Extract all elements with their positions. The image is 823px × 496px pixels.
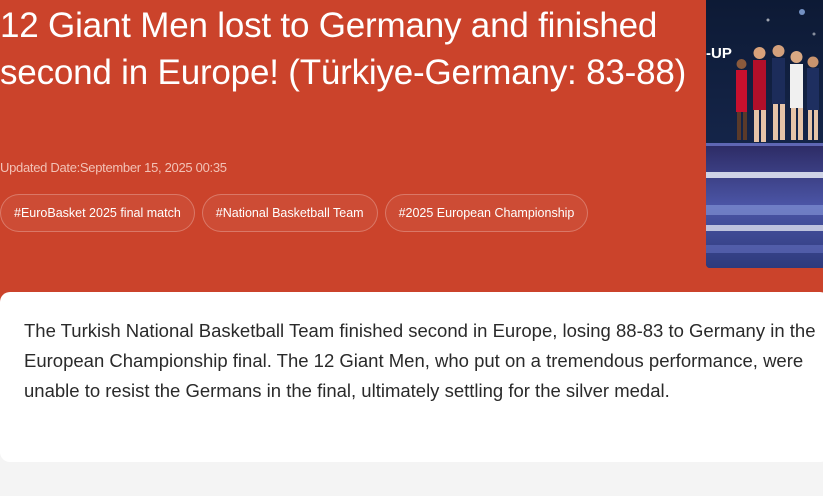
article-summary: The Turkish National Basketball Team fin… — [24, 320, 816, 401]
tag-eurobasket-final[interactable]: #EuroBasket 2025 final match — [0, 194, 195, 232]
players-podium-image: -UP — [706, 0, 823, 268]
article-hero: 12 Giant Men lost to Germany and finishe… — [0, 0, 823, 330]
photo-banner-text: -UP — [706, 45, 732, 62]
article-photo[interactable]: -UP — [706, 0, 823, 268]
article-headline: 12 Giant Men lost to Germany and finishe… — [0, 6, 687, 92]
summary-card: The Turkish National Basketball Team fin… — [0, 292, 823, 462]
tag-national-team[interactable]: #National Basketball Team — [201, 194, 378, 232]
updated-date: Updated Date:September 15, 2025 00:35 — [0, 160, 227, 175]
tag-european-championship[interactable]: #2025 European Championship — [384, 194, 589, 232]
tag-list: #EuroBasket 2025 final match #National B… — [0, 194, 589, 232]
